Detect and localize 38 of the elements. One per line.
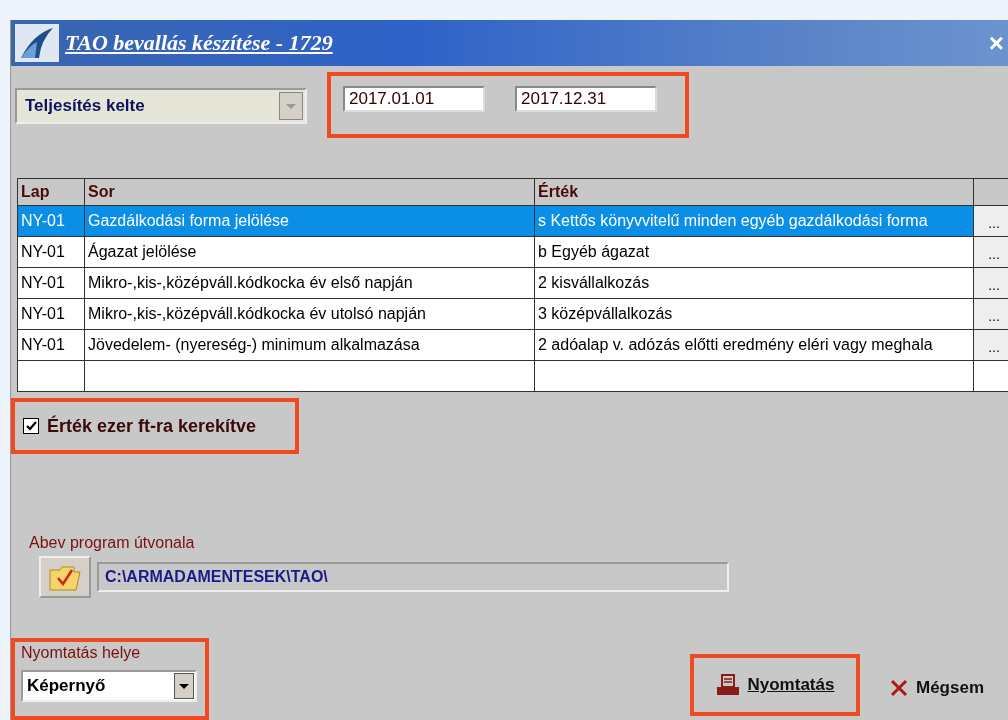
ellipsis-button[interactable]: ... bbox=[974, 206, 1008, 236]
path-field[interactable]: C:\ARMADAMENTESEK\TAO\ bbox=[97, 562, 729, 592]
table-cell: Jövedelem- (nyereség-) minimum alkalmazása bbox=[84, 329, 535, 361]
column-header: Érték bbox=[534, 178, 974, 206]
ellipsis-button[interactable]: ... bbox=[974, 237, 1008, 267]
table-cell: NY-01 bbox=[17, 236, 85, 268]
ellipsis-button[interactable]: ... bbox=[974, 299, 1008, 329]
table-cell: Ágazat jelölése bbox=[84, 236, 535, 268]
ellipsis-button[interactable]: ... bbox=[974, 330, 1008, 360]
checkmark-icon bbox=[25, 420, 37, 432]
printer-icon bbox=[715, 674, 740, 696]
folder-button[interactable] bbox=[39, 556, 91, 598]
table-cell: b Egyéb ágazat bbox=[534, 236, 974, 268]
print-location-label: Nyomtatás helye bbox=[21, 644, 142, 662]
table-cell: s Kettős könyvvitelű minden egyéb gazdálkodási forma bbox=[534, 205, 974, 237]
print-button[interactable]: Nyomtatás bbox=[711, 672, 839, 698]
rounding-checkbox[interactable]: Érték ezer ft-ra kerekítve bbox=[23, 415, 257, 437]
table-cell: Mikro-,kis-,középváll.kódkocka év utolsó napján bbox=[84, 298, 535, 330]
table-cell: NY-01 bbox=[17, 267, 85, 299]
date-from-field[interactable]: 2017.01.01 bbox=[343, 86, 485, 112]
print-location-dropdown[interactable]: Képernyő bbox=[21, 670, 197, 702]
table-cell: 3 középvállalkozás bbox=[534, 298, 974, 330]
table-cell: Mikro-,kis-,középváll.kódkocka év első napján bbox=[84, 267, 535, 299]
table-cell: Gazdálkodási forma jelölése bbox=[84, 205, 535, 237]
table-cell: NY-01 bbox=[17, 329, 85, 361]
table-cell: NY-01 bbox=[17, 205, 85, 237]
date-to-field[interactable]: 2017.12.31 bbox=[515, 86, 657, 112]
column-header: Lap bbox=[17, 178, 85, 206]
table-cell: NY-01 bbox=[17, 298, 85, 330]
sail-logo-icon bbox=[15, 24, 59, 62]
window-title: TAO bevallás készítése - 1729 bbox=[65, 30, 333, 56]
table-cell: 2 kisvállalkozás bbox=[534, 267, 974, 299]
cancel-button[interactable]: Mégsem bbox=[885, 676, 988, 700]
ellipsis-button[interactable]: ... bbox=[974, 268, 1008, 298]
table-cell: 2 adóalap v. adózás előtti eredmény eléri vagy meghala bbox=[534, 329, 974, 361]
close-icon bbox=[889, 679, 908, 697]
path-label: Abev program útvonala bbox=[29, 534, 196, 552]
column-header: Sor bbox=[84, 178, 535, 206]
